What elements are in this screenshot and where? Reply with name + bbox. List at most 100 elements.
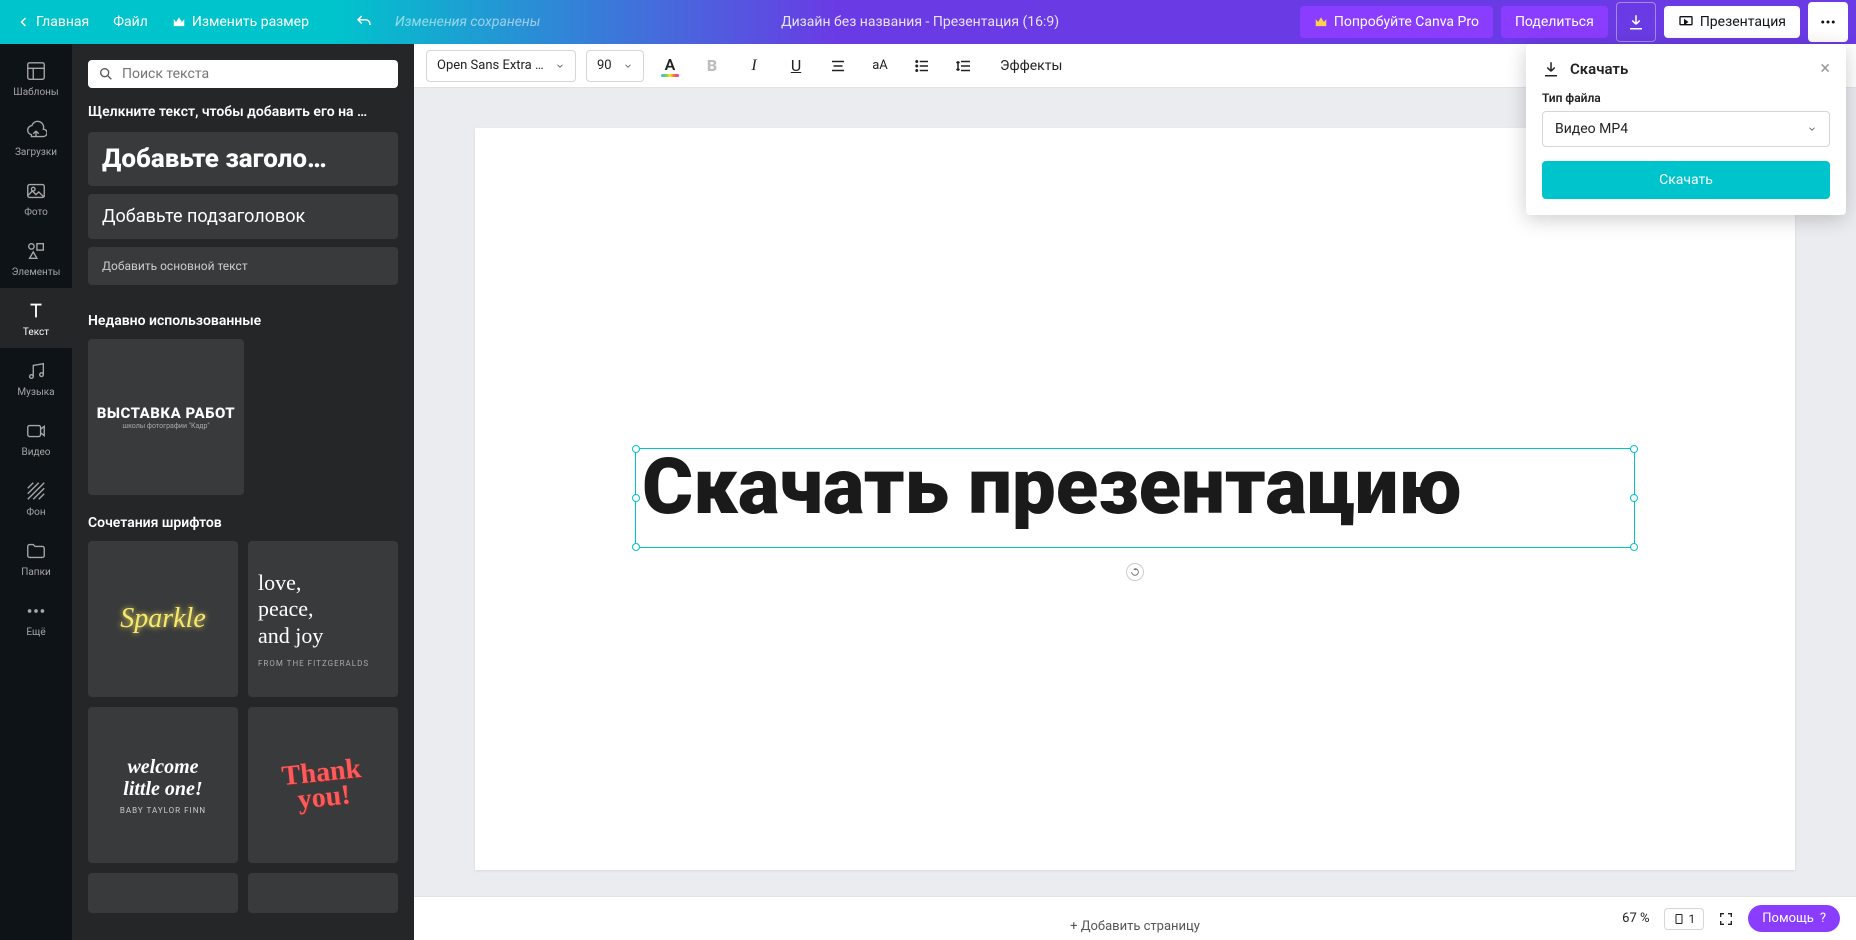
download-button[interactable] [1616, 2, 1656, 42]
chevron-down-icon [1807, 124, 1817, 134]
video-icon [25, 420, 47, 442]
bold-button[interactable]: B [696, 50, 728, 82]
help-question-icon: ? [1820, 911, 1826, 926]
rotate-handle[interactable] [1126, 563, 1144, 581]
popover-header: Скачать × [1542, 58, 1830, 79]
rail-photos[interactable]: Фото [0, 168, 72, 228]
photo-icon [25, 180, 47, 202]
color-swatch-icon: A [661, 55, 679, 77]
saved-status: Изменения сохранены [395, 14, 540, 30]
try-pro-button[interactable]: Попробуйте Canva Pro [1300, 6, 1493, 38]
file-type-value: Видео MP4 [1555, 121, 1628, 137]
resize-handle-bl[interactable] [632, 543, 640, 551]
top-left-group: Главная Файл Изменить размер Изменения с… [8, 7, 540, 37]
file-type-label: Тип файла [1542, 91, 1830, 105]
rail-background[interactable]: Фон [0, 468, 72, 528]
rail-templates[interactable]: Шаблоны [0, 48, 72, 108]
file-label: Файл [113, 14, 148, 30]
crown-icon [1314, 15, 1328, 29]
align-button[interactable] [822, 50, 854, 82]
welcome-text: welcome little one! [123, 756, 202, 800]
home-button[interactable]: Главная [8, 8, 99, 36]
templates-icon [25, 60, 47, 82]
rail-video[interactable]: Видео [0, 408, 72, 468]
search-input[interactable] [122, 66, 388, 82]
resize-handle-tr[interactable] [1630, 445, 1638, 453]
underline-button[interactable]: U [780, 50, 812, 82]
effects-button[interactable]: Эффекты [990, 52, 1072, 80]
list-button[interactable] [906, 50, 938, 82]
popover-title: Скачать [1570, 60, 1628, 78]
undo-button[interactable] [345, 7, 383, 37]
rail-more[interactable]: Ещё [0, 588, 72, 648]
search-box[interactable] [88, 60, 398, 88]
add-heading-button[interactable]: Добавьте заголо… [88, 132, 398, 186]
resize-menu[interactable]: Изменить размер [162, 8, 319, 36]
text-icon [25, 300, 47, 322]
font-combos-grid: Sparkle love, peace, and joy FROM THE FI… [88, 541, 398, 913]
add-body-button[interactable]: Добавить основной текст [88, 247, 398, 285]
share-button[interactable]: Поделиться [1501, 6, 1608, 38]
font-combo-welcome[interactable]: welcome little one! BABY TAYLOR FINN [88, 707, 238, 863]
spacing-button[interactable] [948, 50, 980, 82]
resize-handle-l[interactable] [632, 494, 640, 502]
text-color-button[interactable]: A [654, 50, 686, 82]
font-size-select[interactable]: 90 [586, 50, 644, 82]
zoom-level[interactable]: 67 % [1622, 911, 1649, 926]
selected-text-box[interactable]: Скачать презентацию [635, 448, 1635, 548]
slide[interactable]: Скачать презентацию [475, 128, 1795, 870]
elements-icon [25, 240, 47, 262]
rail-music[interactable]: Музыка [0, 348, 72, 408]
font-combo-sparkle[interactable]: Sparkle [88, 541, 238, 697]
list-icon [913, 57, 931, 75]
popover-close-button[interactable]: × [1820, 58, 1830, 79]
download-confirm-button[interactable]: Скачать [1542, 161, 1830, 199]
text-content[interactable]: Скачать презентацию [636, 449, 1634, 527]
document-title[interactable]: Дизайн без названия - Презентация (16:9) [540, 14, 1299, 30]
resize-handle-br[interactable] [1630, 543, 1638, 551]
font-family-select[interactable]: Open Sans Extra … [426, 50, 576, 82]
music-icon [25, 360, 47, 382]
download-popover: Скачать × Тип файла Видео MP4 Скачать [1526, 44, 1846, 215]
file-menu[interactable]: Файл [103, 8, 158, 36]
more-icon [25, 600, 47, 622]
thanks-text: Thank you! [281, 756, 365, 814]
chevron-down-icon [623, 61, 633, 71]
rail-text[interactable]: Текст [0, 288, 72, 348]
recent-card-title: ВЫСТАВКА РАБОТ [97, 404, 235, 422]
folder-icon [25, 540, 47, 562]
main-area: Шаблоны Загрузки Фото Элементы Текст Муз… [0, 44, 1856, 940]
italic-button[interactable]: I [738, 50, 770, 82]
case-button[interactable]: aA [864, 50, 896, 82]
font-combo-love[interactable]: love, peace, and joy FROM THE FITZGERALD… [248, 541, 398, 697]
rail-folders[interactable]: Папки [0, 528, 72, 588]
more-menu-button[interactable] [1808, 2, 1848, 42]
font-combo-thanks[interactable]: Thank you! [248, 707, 398, 863]
font-combo-more-2[interactable] [248, 873, 398, 913]
rail-elements[interactable]: Элементы [0, 228, 72, 288]
recent-text-card[interactable]: ВЫСТАВКА РАБОТ школы фотографии "Кадр" [88, 339, 244, 495]
fullscreen-icon [1718, 911, 1734, 927]
canvas-scroll[interactable]: Скачать презентацию [414, 88, 1856, 940]
fullscreen-button[interactable] [1718, 911, 1734, 927]
font-combo-more-1[interactable] [88, 873, 238, 913]
resize-handle-tl[interactable] [632, 445, 640, 453]
rail-video-label: Видео [21, 447, 50, 458]
help-button[interactable]: Помощь ? [1748, 905, 1840, 932]
page-indicator[interactable]: 1 [1664, 908, 1705, 930]
add-subheading-button[interactable]: Добавьте подзаголовок [88, 194, 398, 239]
upload-icon [25, 120, 47, 142]
zoom-controls: 67 % 1 Помощь ? [1622, 905, 1840, 932]
search-icon [98, 66, 114, 82]
rail-uploads[interactable]: Загрузки [0, 108, 72, 168]
chevron-down-icon [555, 61, 565, 71]
share-label: Поделиться [1515, 14, 1594, 30]
file-type-select[interactable]: Видео MP4 [1542, 111, 1830, 147]
download-icon [1542, 60, 1560, 78]
add-page-button[interactable]: + Добавить страницу [1070, 919, 1200, 934]
rail-folders-label: Папки [21, 567, 51, 578]
rail-elements-label: Элементы [12, 267, 61, 278]
resize-handle-r[interactable] [1630, 494, 1638, 502]
present-button[interactable]: Презентация [1664, 6, 1800, 38]
page-number: 1 [1689, 912, 1696, 926]
